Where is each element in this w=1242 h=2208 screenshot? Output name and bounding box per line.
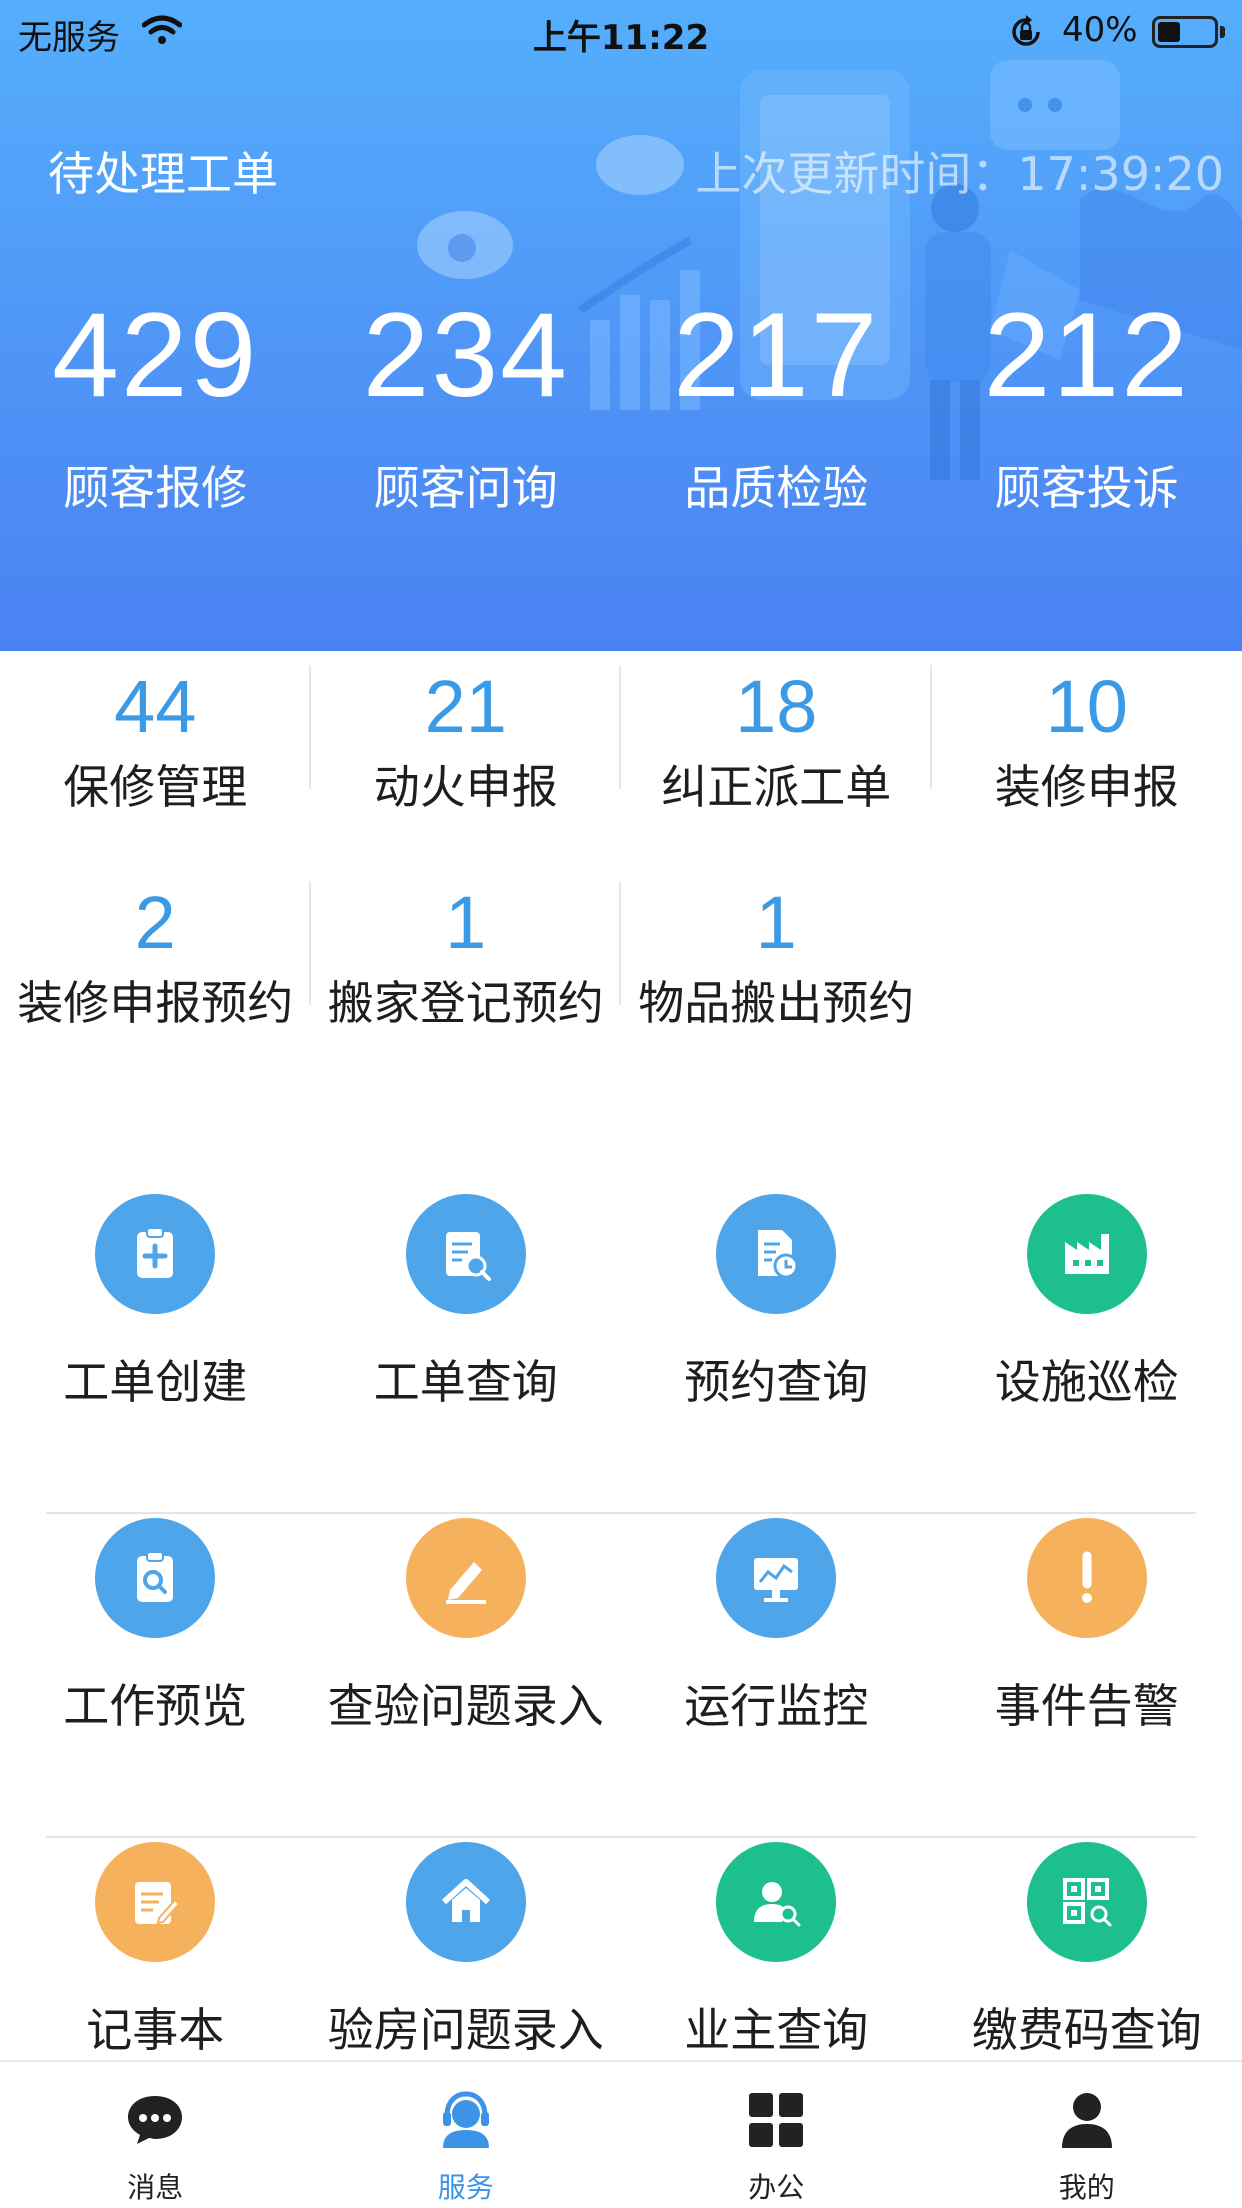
pending-label: 搬家登记预约 — [327, 976, 604, 1030]
qrcode-search-icon — [1026, 1842, 1147, 1962]
service-operation-monitoring[interactable]: 运行监控 — [621, 1514, 932, 1838]
service-label: 查验问题录入 — [327, 1679, 604, 1733]
document-clock-icon — [716, 1194, 837, 1314]
service-label: 运行监控 — [684, 1679, 869, 1733]
tab-label: 消息 — [127, 2171, 184, 2204]
factory-icon — [1026, 1194, 1147, 1314]
pending-warranty-management[interactable]: 44 保修管理 — [0, 651, 311, 867]
stat-value: 217 — [673, 288, 880, 422]
clock-time: 上午11:22 — [532, 18, 710, 58]
exclamation-icon — [1026, 1518, 1147, 1638]
pending-correction-dispatch[interactable]: 18 纠正派工单 — [621, 651, 932, 867]
battery-icon — [1152, 16, 1218, 48]
pending-count: 10 — [1045, 665, 1128, 748]
pending-count: 21 — [424, 665, 507, 748]
header-banner: 无服务 上午11:22 40% 待处理工单 上次更新时间：17:39:20 42… — [0, 0, 1242, 651]
pending-item-moveout-appointment[interactable]: 1 物品搬出预约 — [621, 867, 932, 1083]
stat-customer-repair[interactable]: 429 顾客报修 — [0, 280, 311, 518]
summary-stats: 429 顾客报修 234 顾客问询 217 品质检验 212 顾客投诉 — [0, 280, 1242, 518]
pending-label: 纠正派工单 — [661, 760, 892, 814]
pending-count: 44 — [114, 665, 197, 748]
notepad-icon — [95, 1842, 216, 1962]
clipboard-magnifier-icon — [95, 1518, 216, 1638]
stat-quality-inspection[interactable]: 217 品质检验 — [621, 280, 932, 518]
service-label: 缴费码查询 — [971, 2003, 1202, 2057]
tab-messages[interactable]: 消息 — [0, 2062, 311, 2208]
pending-hot-work-report[interactable]: 21 动火申报 — [311, 651, 622, 867]
service-label: 工单创建 — [63, 1355, 248, 1409]
pending-count: 2 — [134, 881, 176, 964]
headset-agent-icon — [311, 2088, 622, 2152]
pending-renovation-appointment[interactable]: 2 装修申报预约 — [0, 867, 311, 1083]
stat-value: 234 — [362, 288, 569, 422]
service-label: 验房问题录入 — [327, 2003, 604, 2057]
orientation-lock-icon — [1008, 14, 1044, 59]
service-label: 工单查询 — [373, 1355, 558, 1409]
house-icon — [405, 1842, 526, 1962]
service-label: 预约查询 — [684, 1355, 869, 1409]
service-label: 设施巡检 — [994, 1355, 1179, 1409]
page-title: 待处理工单 — [48, 147, 278, 201]
pending-count: 1 — [755, 881, 797, 964]
service-label: 业主查询 — [684, 2003, 869, 2057]
pending-count: 18 — [735, 665, 818, 748]
stat-label: 顾客问询 — [373, 461, 558, 515]
tab-label: 我的 — [1058, 2171, 1115, 2204]
stat-label: 品质检验 — [684, 461, 869, 515]
pending-label: 保修管理 — [63, 760, 248, 814]
battery-tip — [1220, 26, 1225, 38]
stat-customer-complaint[interactable]: 212 顾客投诉 — [932, 280, 1242, 518]
pencil-icon — [405, 1518, 526, 1638]
pending-count: 1 — [445, 881, 487, 964]
pending-label: 动火申报 — [373, 760, 558, 814]
tab-services[interactable]: 服务 — [311, 2062, 622, 2208]
monitor-chart-icon — [716, 1518, 837, 1638]
stat-value: 429 — [52, 288, 259, 422]
clipboard-plus-icon — [95, 1194, 216, 1314]
bottom-tab-bar: 消息 服务 办公 我的 — [0, 2060, 1242, 2208]
service-work-preview[interactable]: 工作预览 — [0, 1514, 311, 1838]
clipboard-search-icon — [405, 1194, 526, 1314]
pending-orders-grid: 44 保修管理 21 动火申报 18 纠正派工单 10 装修申报 2 装修申报预… — [0, 651, 1242, 1083]
grid-icon — [621, 2088, 932, 2152]
pending-renovation-report[interactable]: 10 装修申报 — [932, 651, 1242, 867]
stat-customer-inquiry[interactable]: 234 顾客问询 — [311, 280, 622, 518]
pending-moving-appointment[interactable]: 1 搬家登记预约 — [311, 867, 622, 1083]
service-order-query[interactable]: 工单查询 — [311, 1190, 622, 1514]
service-create-order[interactable]: 工单创建 — [0, 1190, 311, 1514]
pending-empty-cell — [932, 867, 1242, 1083]
service-label: 事件告警 — [994, 1679, 1179, 1733]
service-inspection-issue-entry[interactable]: 查验问题录入 — [311, 1514, 622, 1838]
pending-label: 物品搬出预约 — [638, 976, 915, 1030]
last-update-time: 上次更新时间：17:39:20 — [695, 147, 1224, 201]
chat-bubble-icon — [0, 2088, 311, 2152]
tab-office[interactable]: 办公 — [621, 2062, 932, 2208]
user-search-icon — [716, 1842, 837, 1962]
tab-me[interactable]: 我的 — [932, 2062, 1242, 2208]
tab-label: 办公 — [748, 2171, 805, 2204]
service-label: 工作预览 — [63, 1679, 248, 1733]
status-bar: 无服务 上午11:22 40% — [0, 0, 1242, 62]
tab-label: 服务 — [437, 2171, 494, 2204]
service-label: 记事本 — [86, 2003, 225, 2057]
services-grid: 工单创建 工单查询 预约查询 设施巡检 工作预览 查验问题录入 运行监控 事件告… — [0, 1190, 1242, 2162]
pending-label: 装修申报预约 — [17, 976, 294, 1030]
person-icon — [932, 2088, 1242, 2152]
stat-value: 212 — [983, 288, 1190, 422]
service-event-alarm[interactable]: 事件告警 — [932, 1514, 1242, 1838]
service-appointment-query[interactable]: 预约查询 — [621, 1190, 932, 1514]
stat-label: 顾客报修 — [63, 461, 248, 515]
battery-percentage: 40% — [1062, 10, 1138, 50]
stat-label: 顾客投诉 — [994, 461, 1179, 515]
pending-label: 装修申报 — [994, 760, 1179, 814]
service-facility-inspection[interactable]: 设施巡检 — [932, 1190, 1242, 1514]
